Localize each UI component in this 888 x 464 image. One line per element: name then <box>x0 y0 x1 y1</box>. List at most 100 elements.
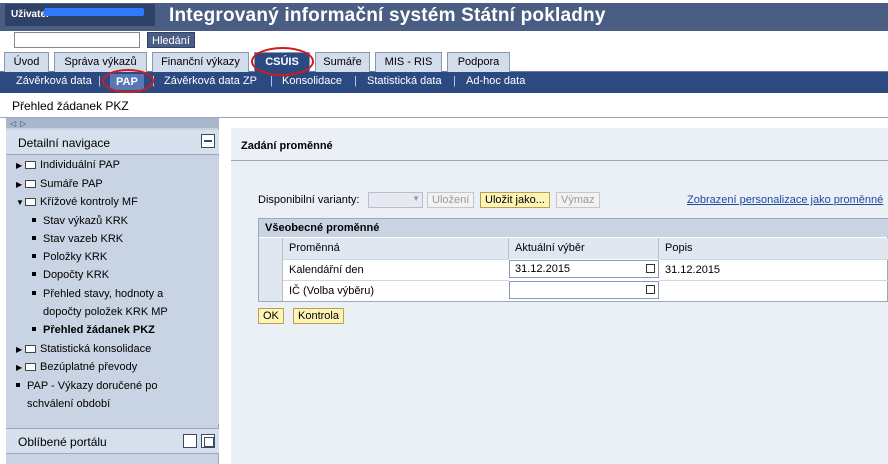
table-cell-description: 31.12.2015 <box>659 259 888 280</box>
tree-item-dopocty-krk[interactable]: Dopočty KRK <box>32 269 109 281</box>
tree-item-statisticka-konsolidace[interactable]: ▶ Statistická konsolidace <box>16 343 151 355</box>
variant-select[interactable]: ▼ <box>368 192 423 208</box>
header: Uživatel Integrovaný informační systém S… <box>0 0 888 50</box>
page-title: Přehled žádanek PKZ <box>12 99 129 113</box>
navigation-tree: ▶ Individuální PAP ▶ Sumáře PAP ▼ Křížové k… <box>6 156 219 424</box>
subnav-separator: | <box>354 75 357 87</box>
bullet-icon <box>32 327 36 331</box>
subnav-statisticka-data[interactable]: Statistická data <box>367 75 442 87</box>
delete-button[interactable]: Výmaz <box>556 192 600 208</box>
value-help-icon[interactable] <box>646 264 655 273</box>
favorites-title: Oblíbené portálu <box>18 435 107 449</box>
panel-scroll-strip[interactable]: ◁ ▷ <box>6 118 219 128</box>
tree-item-label: Bezúplatné převody <box>40 361 138 373</box>
row-selector[interactable] <box>259 280 283 301</box>
tree-item-sumare-pap[interactable]: ▶ Sumáře PAP <box>16 178 103 190</box>
collapse-arrow-icon[interactable]: ▼ <box>16 198 25 207</box>
variants-label: Disponibilní varianty: <box>258 194 360 206</box>
list-icon[interactable] <box>183 434 197 448</box>
ok-button[interactable]: OK <box>258 308 284 324</box>
detail-navigation-header: Detailní navigace <box>6 130 219 155</box>
tree-item-stav-vykazu-krk[interactable]: Stav výkazů KRK <box>32 215 128 227</box>
tree-item-prehled-zadanek-pkz[interactable]: Přehled žádanek PKZ <box>32 324 155 336</box>
calendar-day-input[interactable]: 31.12.2015 <box>509 260 659 278</box>
tab-financni-vykazy[interactable]: Finanční výkazy <box>152 52 249 72</box>
tab-mis-ris[interactable]: MIS - RIS <box>375 52 442 72</box>
subnav-zaverkova-data[interactable]: Závěrková data <box>16 75 92 87</box>
column-header-variable: Proměnná <box>283 238 509 259</box>
subnav-pap[interactable]: PAP <box>110 74 144 90</box>
folder-icon <box>25 363 36 371</box>
tree-item-prehled-stavy-cont[interactable]: dopočty položek KRK MP <box>43 306 168 318</box>
folder-icon <box>25 198 36 206</box>
input-value: 31.12.2015 <box>515 263 571 275</box>
search-input[interactable] <box>14 32 140 48</box>
subnav-ad-hoc-data[interactable]: Ad-hoc data <box>466 75 525 87</box>
collapse-icon[interactable] <box>201 134 215 148</box>
folder-icon <box>25 180 36 188</box>
tab-uvod[interactable]: Úvod <box>4 52 49 72</box>
tree-item-krizove-kontroly-mf[interactable]: ▼ Křížové kontroly MF <box>16 196 138 208</box>
table-cell-description <box>659 280 888 301</box>
divider <box>231 160 888 161</box>
subnav-separator: | <box>453 75 456 87</box>
sub-navigation: Závěrková data | PAP | Závěrková data ZP… <box>0 72 888 93</box>
subnav-zaverkova-data-zp[interactable]: Závěrková data ZP <box>164 75 257 87</box>
table-title: Všeobecné proměnné <box>259 219 888 237</box>
app-title: Integrovaný informační systém Státní pok… <box>169 5 606 26</box>
bullet-icon <box>32 254 36 258</box>
subnav-separator: | <box>152 75 155 87</box>
tree-item-label: Přehled stavy, hodnoty a <box>43 288 164 300</box>
bullet-icon <box>32 236 36 240</box>
tab-sprava-vykazu[interactable]: Správa výkazů <box>54 52 147 72</box>
tree-item-pap-vykazy[interactable]: PAP - Výkazy doručené po <box>16 380 157 392</box>
tree-item-pap-vykazy-cont[interactable]: schválení období <box>27 398 110 410</box>
scroll-right-icon[interactable]: ▷ <box>20 119 26 128</box>
tree-item-individualni-pap[interactable]: ▶ Individuální PAP <box>16 159 120 171</box>
value-help-icon[interactable] <box>646 285 655 294</box>
tree-item-label: Dopočty KRK <box>43 269 110 281</box>
expand-arrow-icon[interactable]: ▶ <box>16 345 25 354</box>
tree-item-polozky-krk[interactable]: Položky KRK <box>32 251 107 263</box>
row-selector[interactable] <box>259 259 283 280</box>
save-as-button[interactable]: Uložit jako... <box>480 192 550 208</box>
table-cell-variable: IČ (Volba výběru) <box>283 280 509 301</box>
tree-item-label: Přehled žádanek PKZ <box>43 324 155 336</box>
check-button[interactable]: Kontrola <box>293 308 344 324</box>
select-column-header <box>259 238 283 259</box>
tab-csuis[interactable]: CSÚIS <box>254 52 310 72</box>
scroll-left-icon[interactable]: ◁ <box>10 119 16 128</box>
section-title: Zadání proměnné <box>241 140 333 152</box>
ic-input[interactable] <box>509 281 659 299</box>
tree-item-prehled-stavy[interactable]: Přehled stavy, hodnoty a <box>32 288 163 300</box>
subnav-separator: | <box>98 75 101 87</box>
tree-item-stav-vazeb-krk[interactable]: Stav vazeb KRK <box>32 233 123 245</box>
subnav-konsolidace[interactable]: Konsolidace <box>282 75 342 87</box>
folder-icon <box>25 161 36 169</box>
subnav-separator: | <box>270 75 273 87</box>
expand-arrow-icon[interactable]: ▶ <box>16 180 25 189</box>
search-button[interactable]: Hledání <box>147 32 195 48</box>
tree-item-label: Statistická konsolidace <box>40 343 152 355</box>
chevron-down-icon: ▼ <box>412 194 420 203</box>
table-cell-variable: Kalendářní den <box>283 259 509 280</box>
tree-item-label: Stav vazeb KRK <box>43 233 124 245</box>
save-button[interactable]: Uložení <box>427 192 475 208</box>
tree-item-label: Sumáře PAP <box>40 178 103 190</box>
personalization-link[interactable]: Zobrazení personalizace jako proměnné <box>687 194 883 206</box>
tree-item-label: Položky KRK <box>43 251 108 263</box>
bullet-icon <box>32 218 36 222</box>
user-name-redaction <box>44 8 144 16</box>
tab-podpora[interactable]: Podpora <box>447 52 510 72</box>
expand-arrow-icon[interactable]: ▶ <box>16 363 25 372</box>
bullet-icon <box>32 291 36 295</box>
tree-item-bezuplatne-prevody[interactable]: ▶ Bezúplatné převody <box>16 361 137 373</box>
favorites-header: Oblíbené portálu <box>6 428 219 454</box>
tab-sumare[interactable]: Sumáře <box>315 52 370 72</box>
bullet-icon <box>32 272 36 276</box>
column-header-current: Aktuální výběr <box>509 238 659 259</box>
top-navigation: Úvod Správa výkazů Finanční výkazy CSÚIS… <box>0 51 888 72</box>
window-icon[interactable] <box>201 434 215 448</box>
tree-item-label: schválení období <box>27 398 111 410</box>
expand-arrow-icon[interactable]: ▶ <box>16 161 25 170</box>
